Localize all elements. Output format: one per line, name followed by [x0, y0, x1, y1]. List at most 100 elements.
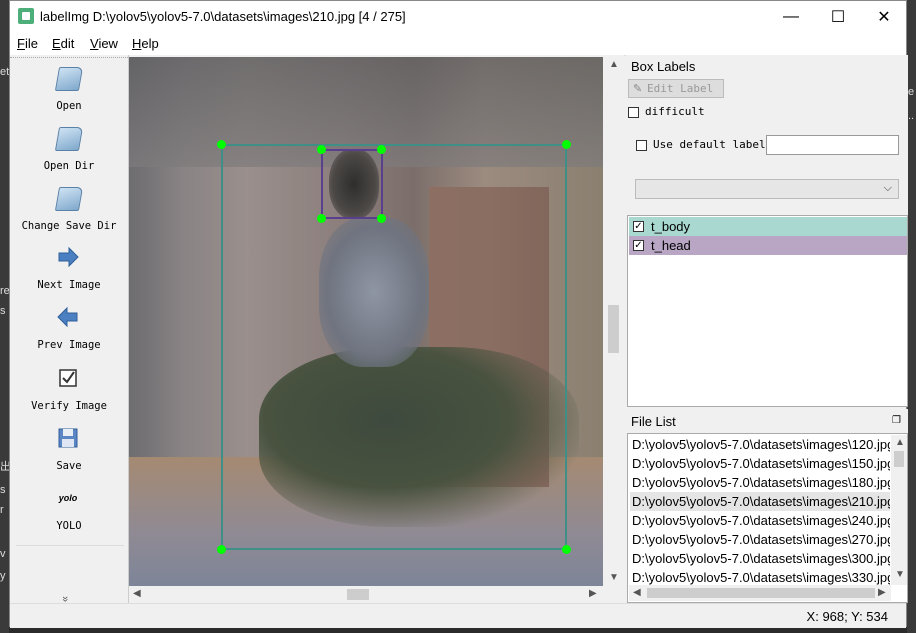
menu-edit[interactable]: Edit	[52, 36, 74, 51]
menu-help[interactable]: Help	[132, 36, 159, 51]
use-default-label-checkbox[interactable]	[636, 140, 647, 151]
change-save-dir-button[interactable]: Change Save Dir	[10, 183, 128, 241]
verify-image-button[interactable]: Verify Image	[10, 363, 128, 421]
save-button[interactable]: Save	[10, 423, 128, 481]
background-window-left: et re s 出sr vy	[0, 0, 11, 633]
box-handle[interactable]	[377, 145, 386, 154]
change-save-dir-label: Change Save Dir	[21, 220, 117, 232]
tool-bar: Open Open Dir Change Save Dir Next Image…	[10, 55, 129, 603]
edit-label-button[interactable]: ✎ Edit Label	[628, 79, 724, 98]
toolbar-separator	[16, 545, 124, 546]
difficult-checkbox[interactable]	[628, 107, 639, 118]
title-bar: labelImg D:\yolov5\yolov5-7.0\datasets\i…	[10, 1, 906, 33]
list-item-t-body[interactable]: ✓ t_body	[629, 217, 907, 236]
box-handle[interactable]	[217, 140, 226, 149]
next-image-label: Next Image	[37, 279, 101, 291]
horizontal-scroll-thumb[interactable]	[347, 589, 369, 600]
status-bar: X: 968; Y: 534	[10, 603, 906, 628]
list-item[interactable]: D:\yolov5\yolov5-7.0\datasets\images\120…	[630, 435, 890, 454]
scroll-down-icon[interactable]: ▼	[895, 569, 905, 580]
label-text: t_head	[651, 238, 691, 253]
label-checkbox[interactable]: ✓	[633, 240, 644, 251]
label-dropdown[interactable]: ⌵	[635, 179, 899, 199]
checkbox-icon	[59, 369, 77, 387]
canvas-horizontal-scrollbar[interactable]: ◀ ▶	[129, 586, 605, 603]
labelimg-window: labelImg D:\yolov5\yolov5-7.0\datasets\i…	[9, 0, 908, 628]
folder-open-icon	[54, 67, 84, 91]
background-window-right: e..	[907, 0, 916, 633]
edit-label-text: Edit Label	[647, 82, 714, 95]
box-handle[interactable]	[562, 545, 571, 554]
list-item-selected[interactable]: D:\yolov5\yolov5-7.0\datasets\images\210…	[630, 492, 890, 511]
box-handle[interactable]	[317, 145, 326, 154]
canvas-area: ▲ ▼ ◀ ▶	[129, 55, 624, 603]
list-item-t-head[interactable]: ✓ t_head	[629, 236, 907, 255]
prev-image-button[interactable]: Prev Image	[10, 302, 128, 360]
box-labels-title: Box Labels	[631, 59, 696, 74]
prev-image-label: Prev Image	[37, 339, 101, 351]
yolo-icon: yolo	[58, 493, 78, 503]
scroll-left-icon[interactable]: ◀	[633, 587, 641, 598]
default-label-input[interactable]	[766, 135, 899, 155]
chevron-down-icon: ⌵	[883, 182, 892, 194]
arrow-right-icon	[58, 246, 79, 268]
cursor-coordinates: X: 968; Y: 534	[806, 609, 888, 624]
file-list: D:\yolov5\yolov5-7.0\datasets\images\120…	[627, 433, 908, 603]
image-canvas[interactable]	[129, 57, 603, 586]
file-list-vertical-scrollbar[interactable]: ▲ ▼	[891, 435, 907, 585]
save-label: Save	[56, 460, 82, 472]
vertical-scroll-thumb[interactable]	[894, 451, 904, 467]
open-label: Open	[56, 100, 82, 112]
verify-image-label: Verify Image	[31, 400, 107, 412]
folder-save-icon	[54, 187, 84, 211]
labelimg-app-icon	[18, 8, 34, 24]
list-item[interactable]: D:\yolov5\yolov5-7.0\datasets\images\240…	[630, 511, 890, 530]
arrow-left-icon	[57, 306, 78, 328]
yolo-label: YOLO	[56, 520, 82, 532]
menu-view[interactable]: View	[90, 36, 118, 51]
box-handle[interactable]	[377, 214, 386, 223]
scroll-right-icon[interactable]: ▶	[878, 587, 886, 598]
list-item[interactable]: D:\yolov5\yolov5-7.0\datasets\images\150…	[630, 454, 890, 473]
list-item[interactable]: D:\yolov5\yolov5-7.0\datasets\images\270…	[630, 530, 890, 549]
menu-file[interactable]: File	[17, 36, 38, 51]
toolbar-grip	[10, 57, 128, 58]
label-text: t_body	[651, 219, 691, 234]
list-item[interactable]: D:\yolov5\yolov5-7.0\datasets\images\300…	[630, 549, 890, 568]
file-list-horizontal-scrollbar[interactable]: ◀ ▶	[629, 585, 891, 601]
bounding-box-body[interactable]	[221, 144, 567, 550]
box-handle[interactable]	[317, 214, 326, 223]
toolbar-more-icon[interactable]: »	[59, 596, 71, 602]
file-list-dock: File List ❐ D:\yolov5\yolov5-7.0\dataset…	[626, 409, 908, 603]
list-item[interactable]: D:\yolov5\yolov5-7.0\datasets\images\180…	[630, 473, 890, 492]
folder-icon	[54, 127, 84, 151]
bounding-box-head[interactable]	[321, 149, 383, 219]
pencil-icon: ✎	[633, 83, 643, 95]
vertical-scroll-thumb[interactable]	[608, 305, 619, 353]
scroll-up-icon[interactable]: ▲	[609, 59, 619, 70]
menu-bar: File Edit View Help	[10, 33, 906, 56]
floppy-icon	[58, 428, 78, 448]
minimize-button[interactable]: —	[768, 1, 814, 33]
use-default-label-text: Use default label	[653, 138, 766, 151]
window-title: labelImg D:\yolov5\yolov5-7.0\datasets\i…	[40, 9, 406, 24]
maximize-button[interactable]: ☐	[815, 1, 861, 33]
next-image-button[interactable]: Next Image	[10, 242, 128, 300]
box-handle[interactable]	[217, 545, 226, 554]
float-dock-icon[interactable]: ❐	[892, 415, 901, 426]
scroll-left-icon[interactable]: ◀	[133, 588, 141, 599]
open-button[interactable]: Open	[10, 63, 128, 121]
horizontal-scroll-thumb[interactable]	[647, 588, 875, 598]
open-dir-button[interactable]: Open Dir	[10, 123, 128, 181]
difficult-label: difficult	[645, 105, 705, 118]
yolo-format-button[interactable]: yolo YOLO	[10, 483, 128, 541]
scroll-up-icon[interactable]: ▲	[895, 437, 905, 448]
file-list-title: File List	[631, 414, 676, 429]
close-button[interactable]: ✕	[861, 1, 907, 33]
canvas-vertical-scrollbar[interactable]: ▲ ▼	[605, 57, 622, 586]
label-checkbox[interactable]: ✓	[633, 221, 644, 232]
box-handle[interactable]	[562, 140, 571, 149]
scroll-down-icon[interactable]: ▼	[609, 572, 619, 583]
label-list: ✓ t_body ✓ t_head	[627, 215, 908, 407]
scroll-right-icon[interactable]: ▶	[589, 588, 597, 599]
